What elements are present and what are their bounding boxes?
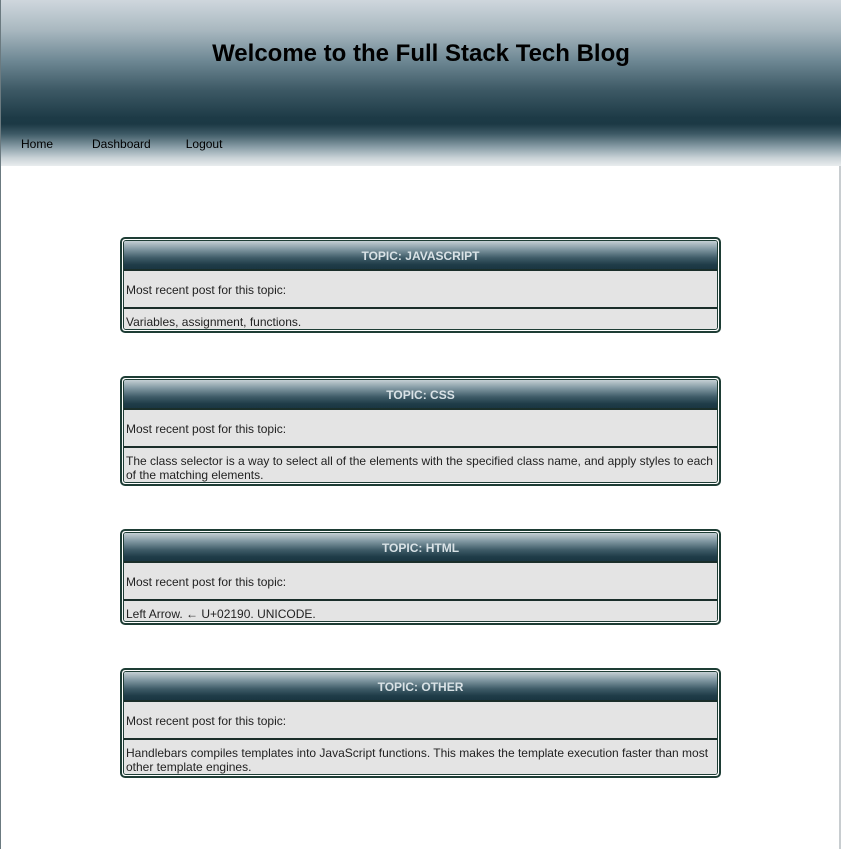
topic-recent-post[interactable]: The class selector is a way to select al… xyxy=(124,448,717,482)
nav-logout-link[interactable]: Logout xyxy=(186,137,223,152)
topic-label: Most recent post for this topic: xyxy=(124,563,717,601)
topic-label: Most recent post for this topic: xyxy=(124,410,717,448)
topic-card-css: TOPIC: CSS Most recent post for this top… xyxy=(120,376,721,486)
site-header: Welcome to the Full Stack Tech Blog Home… xyxy=(1,0,841,166)
topic-recent-post[interactable]: Variables, assignment, functions. xyxy=(124,309,717,329)
topic-card-inner: TOPIC: JAVASCRIPT Most recent post for t… xyxy=(123,240,718,330)
topic-title[interactable]: TOPIC: HTML xyxy=(124,533,717,563)
topic-card-inner: TOPIC: OTHER Most recent post for this t… xyxy=(123,671,718,775)
topic-title[interactable]: TOPIC: JAVASCRIPT xyxy=(124,241,717,271)
nav-home-link[interactable]: Home xyxy=(21,137,53,152)
topic-card-other: TOPIC: OTHER Most recent post for this t… xyxy=(120,668,721,778)
topic-label: Most recent post for this topic: xyxy=(124,702,717,740)
topic-label: Most recent post for this topic: xyxy=(124,271,717,309)
topic-recent-post[interactable]: Left Arrow. ← U+02190. UNICODE. xyxy=(124,601,717,621)
topic-recent-post[interactable]: Handlebars compiles templates into JavaS… xyxy=(124,740,717,774)
topic-title[interactable]: TOPIC: OTHER xyxy=(124,672,717,702)
topic-card-inner: TOPIC: CSS Most recent post for this top… xyxy=(123,379,718,483)
topic-title[interactable]: TOPIC: CSS xyxy=(124,380,717,410)
topic-card-inner: TOPIC: HTML Most recent post for this to… xyxy=(123,532,718,622)
nav-dashboard-link[interactable]: Dashboard xyxy=(92,137,151,152)
main-nav: Home Dashboard Logout xyxy=(21,137,222,152)
topic-card-html: TOPIC: HTML Most recent post for this to… xyxy=(120,529,721,625)
page-title: Welcome to the Full Stack Tech Blog xyxy=(212,40,630,67)
topic-card-javascript: TOPIC: JAVASCRIPT Most recent post for t… xyxy=(120,237,721,333)
